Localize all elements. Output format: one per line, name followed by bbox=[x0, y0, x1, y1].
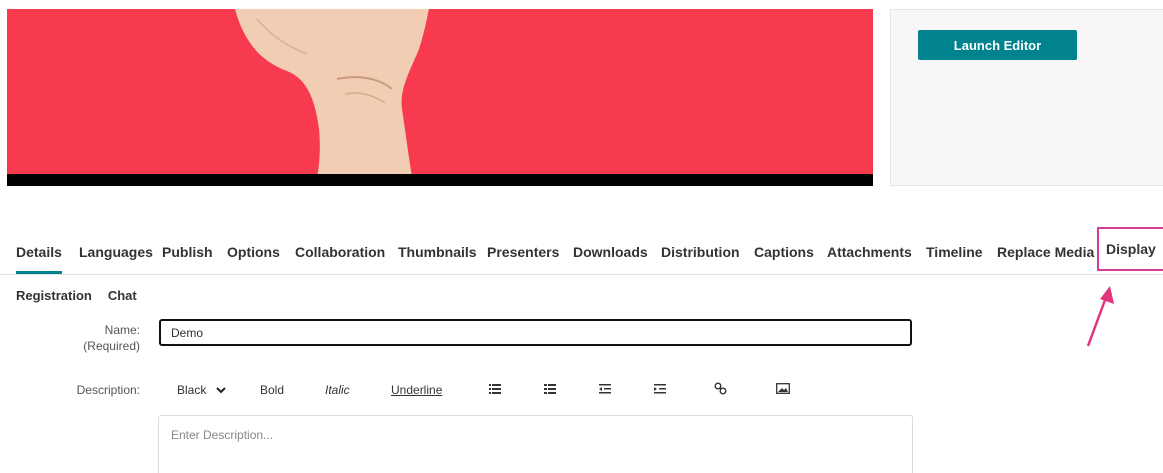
description-label: Description: bbox=[76, 383, 140, 397]
tab-captions[interactable]: Captions bbox=[754, 230, 814, 274]
name-label: Name: (Required) bbox=[80, 322, 140, 354]
italic-button[interactable]: Italic bbox=[325, 381, 350, 399]
tab-attachments[interactable]: Attachments bbox=[827, 230, 912, 274]
outdent-icon[interactable] bbox=[599, 384, 611, 394]
tab-details[interactable]: Details bbox=[16, 230, 62, 274]
tab-presenters[interactable]: Presenters bbox=[487, 230, 559, 274]
tab-downloads[interactable]: Downloads bbox=[573, 230, 648, 274]
launch-editor-button[interactable]: Launch Editor bbox=[918, 30, 1077, 60]
tab-thumbnails[interactable]: Thumbnails bbox=[398, 230, 477, 274]
bullet-list-icon[interactable] bbox=[489, 384, 501, 394]
link-icon[interactable] bbox=[714, 382, 727, 395]
tab-bar: Details Languages Publish Options Collab… bbox=[0, 227, 1163, 275]
indent-icon[interactable] bbox=[654, 384, 666, 394]
name-required-text: (Required) bbox=[83, 339, 140, 353]
image-icon[interactable] bbox=[776, 383, 790, 394]
tab-replace-media[interactable]: Replace Media bbox=[997, 230, 1094, 274]
chevron-down-icon bbox=[215, 387, 226, 394]
annotation-arrow-icon bbox=[1086, 286, 1114, 347]
tab-collaboration[interactable]: Collaboration bbox=[295, 230, 385, 274]
name-label-text: Name: bbox=[104, 323, 140, 337]
numbered-list-icon[interactable] bbox=[544, 384, 556, 394]
name-input[interactable] bbox=[159, 319, 912, 346]
tab-options[interactable]: Options bbox=[227, 230, 280, 274]
color-dropdown-label: Black bbox=[177, 383, 207, 397]
tab-display[interactable]: Display bbox=[1097, 227, 1163, 271]
color-dropdown[interactable]: Black bbox=[177, 381, 226, 399]
underline-button[interactable]: Underline bbox=[391, 381, 442, 399]
video-preview[interactable] bbox=[7, 9, 873, 186]
tab-languages[interactable]: Languages bbox=[79, 230, 153, 274]
subtab-chat[interactable]: Chat bbox=[108, 288, 137, 303]
bold-button[interactable]: Bold bbox=[260, 381, 284, 399]
sub-tab-bar: Registration Chat bbox=[16, 288, 153, 306]
tab-publish[interactable]: Publish bbox=[162, 230, 213, 274]
tab-distribution[interactable]: Distribution bbox=[661, 230, 740, 274]
subtab-registration[interactable]: Registration bbox=[16, 288, 92, 303]
description-textarea[interactable] bbox=[158, 415, 913, 473]
hand-image bbox=[235, 9, 429, 177]
side-panel: Launch Editor bbox=[890, 9, 1163, 186]
tab-timeline[interactable]: Timeline bbox=[926, 230, 983, 274]
